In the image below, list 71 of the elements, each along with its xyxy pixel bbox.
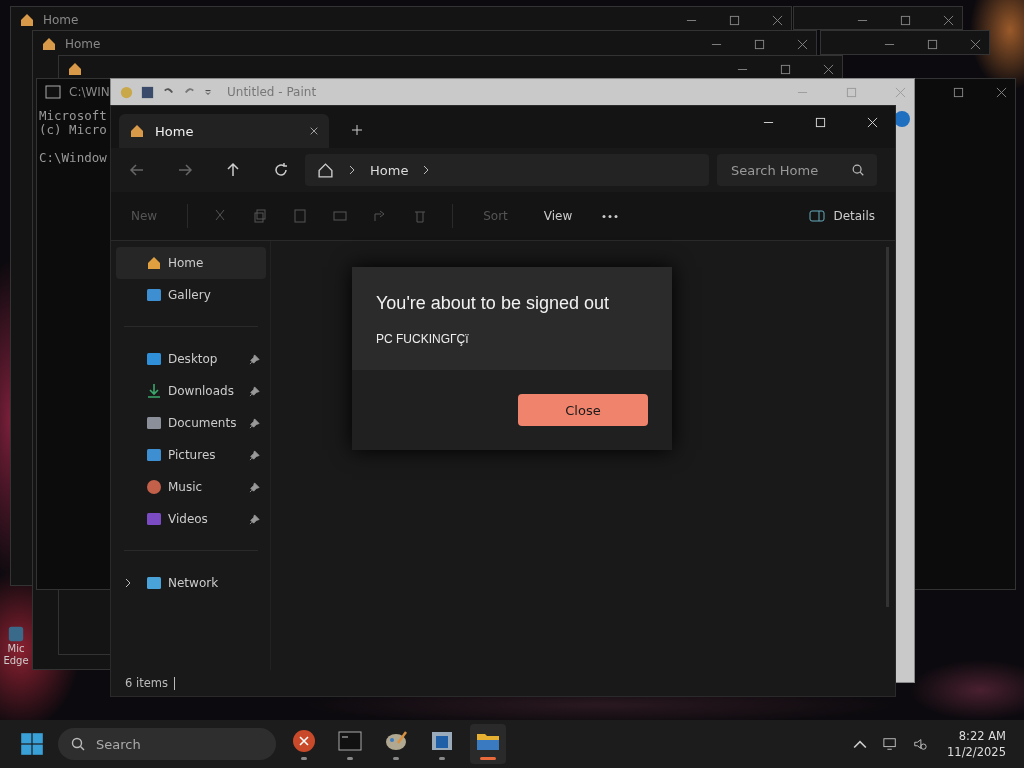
tab[interactable]: Home — [119, 114, 329, 148]
sidebar-item[interactable]: Downloads — [116, 375, 266, 407]
chevron-icon[interactable] — [422, 164, 431, 176]
house-icon — [146, 255, 162, 271]
forward-arrow-icon[interactable] — [177, 162, 193, 178]
folder-icon — [146, 351, 162, 367]
taskbar-app[interactable] — [470, 724, 506, 764]
sidebar-item[interactable]: Gallery — [116, 279, 266, 311]
save-icon[interactable] — [140, 84, 155, 100]
house-icon — [317, 161, 334, 179]
console-icon — [45, 84, 61, 100]
console-prompt: C:\Window — [39, 151, 107, 165]
speaker-muted-icon[interactable] — [913, 737, 928, 751]
chevron-icon — [348, 164, 356, 176]
palette-icon — [119, 84, 134, 100]
desktop-icon-label: Mic — [7, 643, 25, 655]
console-line: Microsoft — [39, 109, 107, 123]
monitor-icon[interactable] — [883, 737, 898, 751]
refresh-icon[interactable] — [273, 162, 289, 178]
music-icon — [146, 479, 162, 495]
clock-time[interactable]: 8:22 AM — [958, 728, 1006, 744]
help-icon[interactable] — [894, 111, 910, 127]
sidebar-item[interactable]: Music — [116, 471, 266, 503]
search-field[interactable]: Search Home — [717, 154, 877, 186]
desktop-icon-label: Edge — [3, 655, 29, 667]
folder-icon — [146, 511, 162, 527]
close-icon[interactable] — [996, 86, 1007, 98]
folder-icon — [146, 447, 162, 463]
plus-icon[interactable] — [351, 124, 363, 136]
details-button[interactable]: Details — [803, 205, 881, 227]
item-count: 6 items — [125, 676, 168, 690]
view-button[interactable]: View — [537, 205, 579, 227]
breadcrumb[interactable]: Home — [370, 162, 409, 178]
house-icon — [41, 36, 57, 52]
close-icon[interactable] — [309, 126, 319, 136]
more-icon[interactable] — [602, 213, 619, 219]
close-button[interactable]: Close — [518, 394, 648, 426]
tab-label[interactable]: Home — [65, 37, 101, 51]
sidebar-item[interactable]: Network — [116, 567, 266, 599]
start-icon[interactable] — [20, 732, 44, 756]
sidebar-item[interactable]: Desktop — [116, 343, 266, 375]
clipboard-icon[interactable] — [292, 208, 309, 224]
panel-icon — [809, 210, 826, 222]
sidebar-item[interactable]: Home — [116, 247, 266, 279]
sidebar-item[interactable]: Documents — [116, 407, 266, 439]
maximize-icon[interactable] — [953, 86, 964, 98]
house-icon — [19, 12, 35, 28]
house-icon — [129, 123, 145, 139]
taskbar-search[interactable]: Search — [58, 728, 276, 760]
chevron-icon[interactable] — [124, 577, 132, 589]
up-arrow-icon[interactable] — [225, 162, 241, 178]
sidebar-item[interactable]: Pictures — [116, 439, 266, 471]
tab-label[interactable]: Home — [43, 13, 79, 27]
network-icon — [146, 575, 162, 591]
dialog-title: You're about to be signed out — [376, 293, 610, 314]
search-icon — [70, 736, 86, 752]
tab-label: Home — [155, 123, 195, 139]
folder-icon — [146, 287, 162, 303]
dialog-message: PC FUCKINGΓÇï — [376, 332, 470, 346]
address-bar[interactable]: Home — [305, 154, 709, 186]
error-icon — [292, 728, 316, 753]
sidebar-item[interactable]: Videos — [116, 503, 266, 535]
window-title: Untitled - Paint — [227, 85, 317, 99]
clock-date[interactable]: 11/2/2025 — [947, 744, 1006, 760]
search-icon — [851, 163, 865, 177]
download-icon — [146, 383, 162, 399]
back-arrow-icon[interactable] — [129, 162, 145, 178]
terminal-icon — [338, 728, 362, 753]
folder-icon — [146, 415, 162, 431]
window-title: C:\WIN — [69, 85, 110, 99]
console-line: (c) Micro — [39, 123, 107, 137]
